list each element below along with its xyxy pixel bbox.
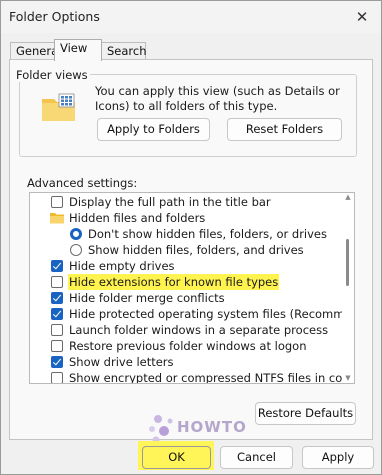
checkbox[interactable]: [51, 276, 63, 288]
list-item-label: Hide empty drives: [69, 259, 175, 273]
checkbox[interactable]: [51, 292, 63, 304]
apply-to-folders-button[interactable]: Apply to Folders: [97, 118, 210, 141]
reset-folders-label: Reset Folders: [245, 122, 324, 136]
tab-view-label: View: [60, 41, 88, 55]
apply-label: Apply: [321, 450, 355, 464]
checkbox[interactable]: [51, 340, 63, 352]
checkbox[interactable]: [51, 324, 63, 336]
checkbox[interactable]: [51, 196, 63, 208]
apply-to-folders-label: Apply to Folders: [107, 122, 200, 136]
advanced-settings-list[interactable]: Display the full path in the title bar H…: [29, 192, 355, 384]
window-title: Folder Options: [9, 9, 100, 24]
reset-folders-button[interactable]: Reset Folders: [227, 118, 342, 141]
checkbox[interactable]: [51, 260, 63, 272]
radio-button[interactable]: [70, 228, 82, 240]
checkbox[interactable]: [51, 372, 63, 383]
list-item-label: Show drive letters: [69, 355, 174, 369]
scroll-down-icon[interactable]: ▼: [344, 374, 352, 382]
tab-search-label: Search: [107, 44, 147, 58]
folder-icon: [50, 213, 64, 224]
folder-icon: [42, 93, 75, 121]
list-item-label: Display the full path in the title bar: [69, 195, 271, 209]
list-item-label: Don't show hidden files, folders, or dri…: [88, 227, 328, 241]
advanced-settings-label: Advanced settings:: [27, 176, 138, 190]
list-scrollbar[interactable]: ▲ ▼: [342, 193, 354, 383]
checkbox[interactable]: [51, 308, 63, 320]
list-item-label: Show encrypted or compressed NTFS files …: [69, 371, 355, 384]
close-icon[interactable]: ✕: [351, 7, 373, 27]
apply-button[interactable]: Apply: [302, 446, 374, 469]
list-item-label: Launch folder windows in a separate proc…: [69, 323, 329, 337]
list-item-label-highlighted: Hide extensions for known file types: [68, 274, 280, 290]
list-item-label: Hidden files and folders: [69, 211, 206, 225]
cancel-button[interactable]: Cancel: [220, 446, 293, 469]
ok-button[interactable]: OK: [142, 446, 211, 469]
list-item-label: Show hidden files, folders, and drives: [88, 243, 304, 257]
title-bar[interactable]: Folder Options ✕: [1, 1, 381, 33]
folder-options-dialog: Folder Options ✕ General View Search Fol…: [0, 0, 382, 475]
list-item-label: Hide protected operating system files (R…: [69, 307, 355, 321]
scroll-up-icon[interactable]: ▲: [344, 193, 352, 201]
list-item-label: Hide folder merge conflicts: [69, 291, 225, 305]
checkbox[interactable]: [51, 356, 63, 368]
folder-views-label: Folder views: [14, 68, 90, 82]
radio-button[interactable]: [70, 244, 82, 256]
ok-label: OK: [168, 450, 185, 464]
scroll-thumb[interactable]: [346, 239, 349, 286]
watermark-text: HOWTO: [177, 418, 247, 436]
list-item-label: Restore previous folder windows at logon: [69, 339, 307, 353]
folder-views-description: You can apply this view (such as Details…: [95, 84, 340, 113]
restore-defaults-button[interactable]: Restore Defaults: [255, 402, 356, 425]
cancel-label: Cancel: [237, 450, 276, 464]
restore-defaults-label: Restore Defaults: [257, 406, 354, 420]
tab-view[interactable]: View: [54, 39, 102, 61]
